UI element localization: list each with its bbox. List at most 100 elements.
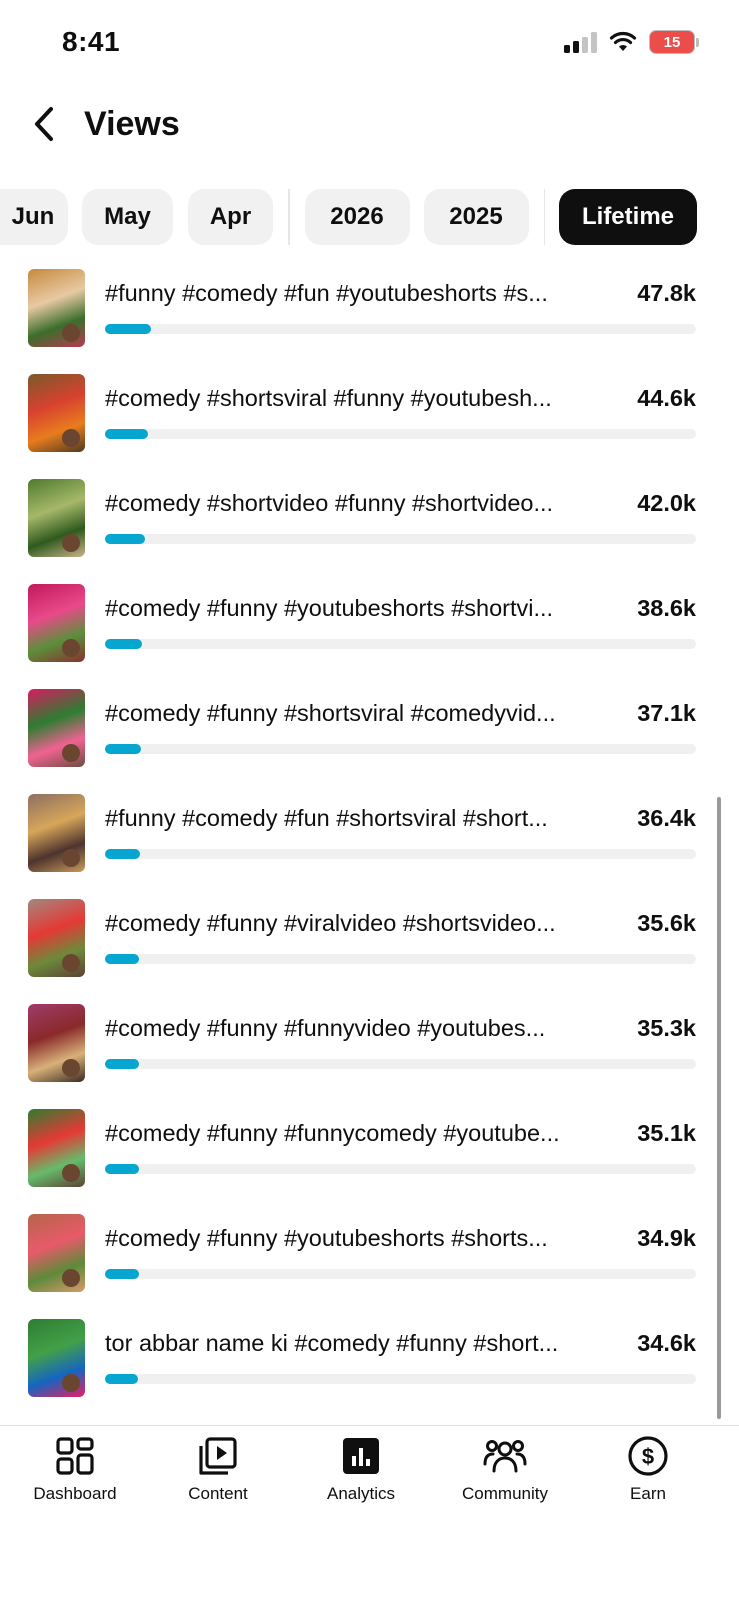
video-views: 35.3k [637,1015,696,1041]
analytics-icon [339,1434,383,1478]
views-bar-fill [105,534,146,544]
video-thumbnail [28,1319,85,1397]
views-bar-fill [105,1374,139,1384]
video-views: 37.1k [637,700,696,726]
video-thumbnail [28,269,85,347]
views-bar-track [105,954,696,964]
nav-dashboard[interactable]: Dashboard [5,1434,145,1504]
views-bar-fill [105,639,143,649]
views-bar-fill [105,1164,139,1174]
status-time: 8:41 [62,26,121,57]
video-title: #comedy #funny #funnyvideo #youtubes... [105,1015,546,1041]
video-thumbnail [28,584,85,662]
video-views: 35.6k [637,910,696,936]
status-icons: 15 [564,30,699,54]
svg-text:$: $ [642,1444,654,1469]
chip-lifetime[interactable]: Lifetime [559,189,697,245]
nav-analytics[interactable]: Analytics [291,1434,431,1504]
bottom-nav: Dashboard Content Analytics Community $ … [0,1425,739,1600]
video-views: 42.0k [637,490,696,516]
nav-label: Community [462,1484,548,1503]
header: Views [0,92,739,156]
nav-earn[interactable]: $ Earn [578,1434,718,1504]
video-list: #funny #comedy #fun #youtubeshorts #s...… [0,264,739,1419]
nav-label: Content [188,1484,248,1503]
video-title: #comedy #funny #funnycomedy #youtube... [105,1120,560,1146]
video-views: 47.8k [637,280,696,306]
community-icon [483,1434,527,1478]
dashboard-icon [53,1434,97,1478]
video-thumbnail [28,899,85,977]
views-bar-track [105,429,696,439]
cellular-signal-icon [564,31,597,53]
nav-label: Analytics [326,1484,396,1503]
chevron-left-icon [35,107,53,141]
nav-community[interactable]: Community [435,1434,575,1504]
views-bar-fill [105,849,140,859]
video-row[interactable]: #funny #comedy #fun #youtubeshorts #s...… [0,264,739,369]
video-row[interactable]: #comedy #funny #youtubeshorts #shorts...… [0,1209,739,1314]
nav-content[interactable]: Content [148,1434,288,1504]
chip-may[interactable]: May [82,189,173,245]
video-row[interactable]: tor abbar name ki #comedy #funny #short.… [0,1314,739,1419]
video-row[interactable]: #funny #comedy #fun #shortsviral #short.… [0,789,739,894]
nav-label: Earn [630,1484,666,1503]
battery-icon: 15 [649,30,695,54]
video-thumbnail [28,1004,85,1082]
scrollbar[interactable] [717,797,721,1419]
video-thumbnail [28,479,85,557]
video-title: #comedy #funny #youtubeshorts #shorts... [105,1225,548,1251]
video-row[interactable]: #comedy #funny #funnyvideo #youtubes... 3… [0,999,739,1104]
views-bar-track [105,639,696,649]
views-bar-fill [105,744,142,754]
video-views: 38.6k [637,595,696,621]
video-views: 34.6k [637,1330,696,1356]
video-thumbnail [28,1109,85,1187]
views-bar-track [105,744,696,754]
views-bar-track [105,324,696,334]
page-title: Views [84,104,180,143]
video-title: #funny #comedy #fun #youtubeshorts #s... [105,280,548,306]
views-bar-fill [105,429,149,439]
video-title: #comedy #funny #youtubeshorts #shortvi..… [105,595,554,621]
video-title: tor abbar name ki #comedy #funny #short.… [105,1330,559,1356]
video-title: #comedy #funny #shortsviral #comedyvid..… [105,700,556,726]
chip-2025[interactable]: 2025 [423,189,529,245]
earn-icon: $ [626,1434,670,1478]
chip-apr[interactable]: Apr [188,189,273,245]
video-row[interactable]: #comedy #funny #funnycomedy #youtube... 3… [0,1104,739,1209]
chip-jun[interactable]: Jun [0,189,68,245]
video-title: #comedy #funny #viralvideo #shortsvideo.… [105,910,556,936]
views-bar-track [105,534,696,544]
battery-level: 15 [663,33,681,51]
views-bar-fill [105,1269,139,1279]
video-row[interactable]: #comedy #funny #shortsviral #comedyvid..… [0,684,739,789]
views-bar-track [105,849,696,859]
video-thumbnail [28,374,85,452]
video-thumbnail [28,1214,85,1292]
video-views: 44.6k [637,385,696,411]
filter-chips: Jun May Apr 2026 2025 Lifetime [0,189,739,245]
chip-2026[interactable]: 2026 [304,189,410,245]
video-title: #comedy #shortsviral #funny #youtubesh..… [105,385,552,411]
nav-label: Dashboard [33,1484,117,1503]
video-views: 34.9k [637,1225,696,1251]
chip-divider [543,189,545,245]
views-bar-fill [105,954,140,964]
views-bar-track [105,1269,696,1279]
chip-divider [288,189,290,245]
video-thumbnail [28,794,85,872]
video-title: #funny #comedy #fun #shortsviral #short.… [105,805,548,831]
video-thumbnail [28,689,85,767]
views-bar-track [105,1059,696,1069]
views-bar-fill [105,324,152,334]
wifi-icon [609,31,637,51]
views-bar-track [105,1374,696,1384]
video-row[interactable]: #comedy #shortsviral #funny #youtubesh..… [0,369,739,474]
back-button[interactable] [24,104,64,144]
video-row[interactable]: #comedy #shortvideo #funny #shortvideo..… [0,474,739,579]
video-title: #comedy #shortvideo #funny #shortvideo..… [105,490,554,516]
content-icon [196,1434,240,1478]
video-row[interactable]: #comedy #funny #youtubeshorts #shortvi..… [0,579,739,684]
video-row[interactable]: #comedy #funny #viralvideo #shortsvideo.… [0,894,739,999]
